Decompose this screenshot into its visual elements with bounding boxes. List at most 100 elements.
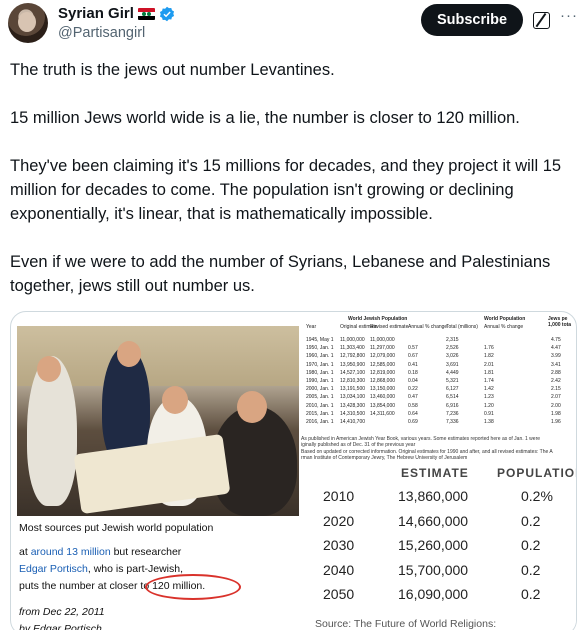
tweet-paragraph: Even if we were to add the number of Syr…	[10, 253, 551, 295]
table-cell: 7,236	[446, 410, 459, 417]
table-cell: 2000, Jan. 1	[306, 386, 334, 393]
table-cell: 1980, Jan. 1	[306, 369, 334, 376]
table-header-cell: Annual % change	[484, 324, 524, 330]
table-header-cell: Annual % change	[408, 324, 448, 330]
caption-link: Edgar Portisch	[19, 563, 88, 575]
table-cell: 2010, Jan. 1	[306, 402, 334, 409]
verified-badge-icon	[159, 6, 174, 21]
table-cell: 12,810,300	[340, 378, 366, 384]
table-cell: 1.82	[484, 353, 494, 360]
projection-row: 2040 15,700,000 0.2	[301, 561, 576, 584]
table-cell: 6,127	[446, 386, 459, 393]
table-group-header: Jews pe 1,000 tota	[548, 316, 572, 328]
table-header-cell: Revised estimate	[370, 324, 409, 330]
table-cell: 2.15	[551, 386, 561, 393]
table-cell: 0.91	[484, 410, 494, 417]
tweet-header: Syrian Girl @Partisangirl Subscribe ···	[0, 0, 587, 52]
table-cell: 0.04	[408, 378, 418, 384]
table-cell: 2,526	[446, 345, 459, 352]
table-cell: 2016, Jan. 1	[306, 419, 334, 425]
table-cell: 1.74	[484, 378, 494, 384]
table-cell: 13,428,300	[340, 402, 366, 409]
tweet-paragraph: 15 million Jews world wide is a lie, the…	[10, 109, 520, 127]
table-cell: 12,868,000	[370, 378, 396, 384]
table-cell: 11,000,000	[370, 337, 395, 343]
table-cell: 1.38	[484, 419, 494, 425]
table-cell: 2015, Jan. 1	[306, 410, 334, 417]
projection-cell: 15,700,000	[398, 561, 469, 578]
projection-cell: 14,660,000	[398, 512, 469, 529]
table-cell: 0.41	[408, 361, 418, 368]
caption-line: from Dec 22, 2011	[19, 606, 105, 618]
projection-source: Source: The Future of World Religions:	[315, 618, 497, 630]
caption-text: at	[19, 546, 31, 558]
projection-row: 2010 13,860,000 0.2%	[301, 488, 576, 510]
tweet-paragraph: The truth is the jews out number Levanti…	[10, 61, 335, 79]
author-name-row: Syrian Girl	[58, 5, 175, 22]
projection-row: 2020 14,660,000 0.2	[301, 512, 576, 535]
table-cell: 11,303,400	[340, 345, 365, 352]
table-cell: 13,034,100	[340, 394, 366, 401]
table-cell: 1945, May 1	[306, 337, 334, 343]
table-cell: 13,460,000	[370, 394, 396, 401]
subscribe-button[interactable]: Subscribe	[421, 4, 523, 36]
table-cell: 0.64	[408, 410, 418, 417]
table-cell: 4.47	[551, 345, 561, 352]
table-cell: 0.69	[408, 419, 418, 425]
table-cell: 2.42	[551, 378, 561, 384]
projection-cell: 2030	[323, 537, 355, 553]
table-cell: 2.07	[551, 394, 561, 401]
table-cell: 1.81	[484, 369, 494, 376]
table-cell: 1.76	[484, 345, 494, 352]
table-cell: 1.98	[551, 410, 561, 417]
table-cell: 0.57	[408, 345, 418, 352]
table-cell: 13,191,500	[340, 386, 366, 393]
table-cell: 2005, Jan. 1	[306, 394, 334, 401]
table-cell: 14,311,600	[370, 410, 395, 417]
caption-text: but researcher	[110, 546, 182, 558]
table-cell: 2,315	[446, 337, 459, 343]
table-cell: 3,691	[446, 361, 459, 368]
caption-line: at around 13 million but researcher	[19, 544, 181, 561]
table-cell: 12,079,000	[370, 353, 396, 360]
table-cell: 1960, Jan. 1	[306, 353, 334, 360]
projection-cell: 2020	[323, 512, 355, 529]
syria-flag-icon	[137, 7, 155, 20]
table-cell: 0.18	[408, 369, 418, 376]
table-cell: 14,410,700	[340, 419, 366, 425]
table-cell: 2.01	[484, 361, 494, 368]
table-header-cell: Total (millions)	[446, 324, 478, 330]
table-cell: 6,916	[446, 402, 459, 409]
table-cell: 2.00	[551, 402, 561, 409]
red-circle-annotation	[145, 574, 241, 600]
tweet-text: The truth is the jews out number Levanti…	[10, 58, 580, 322]
table-cell: 11,297,000	[370, 345, 395, 352]
tweet-media-image[interactable]: Most sources put Jewish world population…	[10, 311, 577, 630]
projection-row: 2050 16,090,000 0.2	[301, 586, 576, 608]
projection-cell: 13,860,000	[398, 488, 469, 504]
table-cell: 1970, Jan. 1	[306, 361, 334, 368]
author-handle[interactable]: @Partisangirl	[58, 25, 145, 41]
author-name[interactable]: Syrian Girl	[58, 5, 134, 22]
table-cell: 3,026	[446, 353, 459, 360]
more-icon[interactable]: ···	[560, 7, 578, 24]
caption-link: around 13 million	[30, 546, 111, 558]
table-cell: 1.42	[484, 386, 494, 393]
projection-cell: 15,260,000	[398, 537, 469, 553]
caption-text: , who is part-Jewish,	[87, 563, 183, 575]
projection-cell: 0.2	[521, 537, 541, 553]
table-cell: 3.41	[551, 361, 561, 368]
author-avatar[interactable]	[8, 3, 48, 43]
caption-line: Edgar Portisch, who is part-Jewish,	[19, 561, 183, 578]
table-cell: 1.96	[551, 419, 561, 425]
grok-icon[interactable]	[533, 12, 550, 29]
tweet-paragraph: They've been claiming it's 15 millions f…	[10, 157, 562, 223]
projection-cell: 2050	[323, 586, 355, 602]
table-cell: 14,527,100	[340, 369, 366, 376]
projection-cell: 0.2	[521, 586, 541, 602]
table-cell: 0.47	[408, 394, 418, 401]
caption-text: puts the number at closer to	[19, 580, 153, 592]
table-cell: 13,854,000	[370, 402, 396, 409]
caption-line: by Edgar Portisch	[19, 623, 102, 630]
projection-cell: 0.2%	[521, 488, 553, 504]
